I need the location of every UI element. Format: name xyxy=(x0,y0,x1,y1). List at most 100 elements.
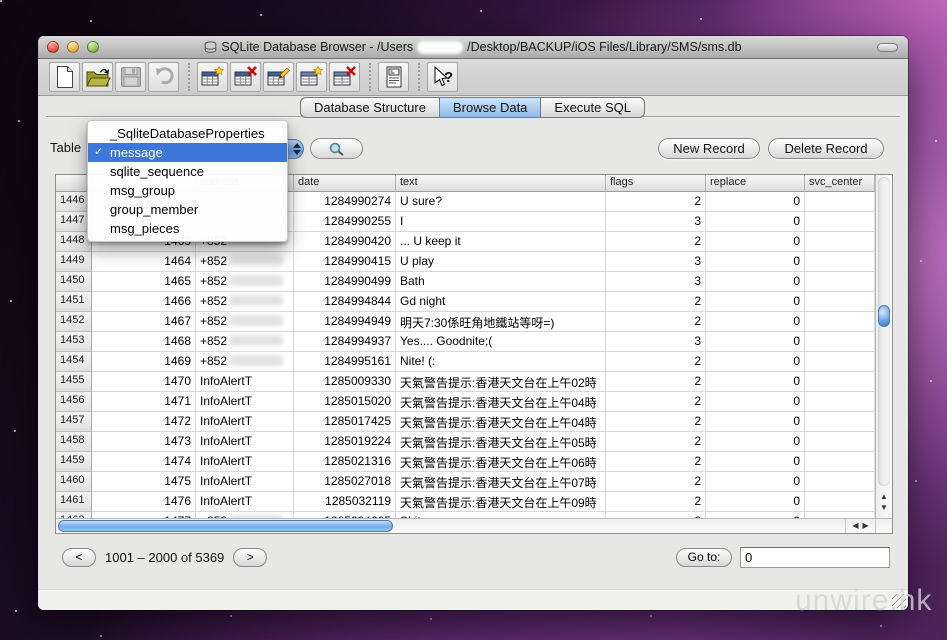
column-header-date[interactable]: date xyxy=(294,175,396,192)
cell-svc[interactable] xyxy=(805,252,875,272)
cell-text[interactable]: 天氣警告提示:香港天文台在上午07時 xyxy=(396,472,606,492)
horizontal-scrollbar-track[interactable] xyxy=(56,520,845,532)
cell-address[interactable]: +852 xyxy=(196,352,294,372)
cell-rowid[interactable]: 1470 xyxy=(92,372,196,392)
cell-text[interactable]: 天氣警告提示:香港天文台在上午09時 xyxy=(396,492,606,512)
cell-num[interactable]: 1458 xyxy=(56,432,92,452)
horizontal-scrollbar-thumb[interactable] xyxy=(58,520,393,532)
cell-address[interactable]: InfoAlertT xyxy=(196,452,294,472)
cell-svc[interactable] xyxy=(805,352,875,372)
column-header-svc_center[interactable]: svc_center xyxy=(805,175,875,192)
vertical-scrollbar[interactable]: ▲ ▼ xyxy=(875,175,892,518)
cell-replace[interactable]: 0 xyxy=(706,452,805,472)
cell-num[interactable]: 1462 xyxy=(56,512,92,518)
table-row[interactable]: 14541469+8521284995161Nite! (:20 xyxy=(56,352,875,372)
cell-text[interactable]: I xyxy=(396,212,606,232)
cell-text[interactable]: 明天7:30係旺角地鐵站等呀=) xyxy=(396,312,606,332)
cell-flags[interactable]: 2 xyxy=(606,232,706,252)
cell-date[interactable]: 1285032119 xyxy=(294,492,396,512)
cell-text[interactable]: Gd night xyxy=(396,292,606,312)
cell-date[interactable]: 1285017425 xyxy=(294,412,396,432)
cell-num[interactable]: 1452 xyxy=(56,312,92,332)
cell-text[interactable]: 天氣警告提示:香港天文台在上午04時 xyxy=(396,392,606,412)
cell-date[interactable]: 1285034605 xyxy=(294,512,396,518)
previous-page-button[interactable]: < xyxy=(62,548,96,567)
cell-text[interactable]: Yes.... Goodnite;( xyxy=(396,332,606,352)
cell-replace[interactable]: 0 xyxy=(706,472,805,492)
cell-date[interactable]: 1285019224 xyxy=(294,432,396,452)
cell-rowid[interactable]: 1476 xyxy=(92,492,196,512)
cell-date[interactable]: 1284990255 xyxy=(294,212,396,232)
cell-svc[interactable] xyxy=(805,372,875,392)
cell-replace[interactable]: 0 xyxy=(706,512,805,518)
goto-input[interactable] xyxy=(740,547,890,568)
cell-replace[interactable]: 0 xyxy=(706,432,805,452)
cell-rowid[interactable]: 1469 xyxy=(92,352,196,372)
cell-date[interactable]: 1284994949 xyxy=(294,312,396,332)
table-row[interactable]: 14491464+8521284990415U play30 xyxy=(56,252,875,272)
cell-replace[interactable]: 0 xyxy=(706,232,805,252)
column-header-replace[interactable]: replace xyxy=(706,175,805,192)
cell-date[interactable]: 1285027018 xyxy=(294,472,396,492)
cell-replace[interactable]: 0 xyxy=(706,292,805,312)
cell-replace[interactable]: 0 xyxy=(706,332,805,352)
table-row[interactable]: 14621477+8521285034605Shit20 xyxy=(56,512,875,518)
cell-rowid[interactable]: 1477 xyxy=(92,512,196,518)
cell-svc[interactable] xyxy=(805,192,875,212)
create-index-button[interactable] xyxy=(296,62,327,92)
cell-flags[interactable]: 2 xyxy=(606,432,706,452)
delete-table-button[interactable] xyxy=(230,62,261,92)
cell-rowid[interactable]: 1475 xyxy=(92,472,196,492)
scroll-left-arrow-icon[interactable]: ◀ xyxy=(852,522,858,530)
cell-flags[interactable]: 3 xyxy=(606,272,706,292)
scroll-down-arrow-icon[interactable]: ▼ xyxy=(880,504,888,512)
cell-flags[interactable]: 2 xyxy=(606,492,706,512)
table-row[interactable]: 14591474InfoAlertT1285021316天氣警告提示:香港天文台… xyxy=(56,452,875,472)
cell-svc[interactable] xyxy=(805,432,875,452)
title-bar[interactable]: SQLite Database Browser - /Users/Desktop… xyxy=(38,36,908,59)
cell-svc[interactable] xyxy=(805,392,875,412)
cell-svc[interactable] xyxy=(805,332,875,352)
vertical-scrollbar-track[interactable] xyxy=(878,177,890,486)
goto-button[interactable]: Go to: xyxy=(676,548,732,567)
cell-flags[interactable]: 3 xyxy=(606,332,706,352)
cell-svc[interactable] xyxy=(805,272,875,292)
whats-this-button[interactable]: ? xyxy=(427,62,458,92)
menu-item-message[interactable]: ✓message xyxy=(88,143,287,162)
save-database-button[interactable] xyxy=(115,62,146,92)
cell-flags[interactable]: 2 xyxy=(606,292,706,312)
cell-text[interactable]: U play xyxy=(396,252,606,272)
cell-date[interactable]: 1284990274 xyxy=(294,192,396,212)
table-row[interactable]: 14561471InfoAlertT1285015020天氣警告提示:香港天文台… xyxy=(56,392,875,412)
cell-num[interactable]: 1457 xyxy=(56,412,92,432)
cell-date[interactable]: 1284994844 xyxy=(294,292,396,312)
cell-address[interactable]: InfoAlertT xyxy=(196,472,294,492)
cell-text[interactable]: 天氣警告提示:香港天文台在上午04時 xyxy=(396,412,606,432)
cell-flags[interactable]: 2 xyxy=(606,452,706,472)
cell-date[interactable]: 1284995161 xyxy=(294,352,396,372)
cell-flags[interactable]: 3 xyxy=(606,212,706,232)
cell-date[interactable]: 1284990420 xyxy=(294,232,396,252)
cell-num[interactable]: 1451 xyxy=(56,292,92,312)
cell-num[interactable]: 1454 xyxy=(56,352,92,372)
cell-rowid[interactable]: 1473 xyxy=(92,432,196,452)
cell-rowid[interactable]: 1466 xyxy=(92,292,196,312)
cell-replace[interactable]: 0 xyxy=(706,352,805,372)
cell-address[interactable]: InfoAlertT xyxy=(196,392,294,412)
menu-item-msg_pieces[interactable]: msg_pieces xyxy=(88,219,287,238)
cell-date[interactable]: 1285015020 xyxy=(294,392,396,412)
cell-flags[interactable]: 3 xyxy=(606,252,706,272)
delete-index-button[interactable] xyxy=(329,62,360,92)
table-row[interactable]: 14611476InfoAlertT1285032119天氣警告提示:香港天文台… xyxy=(56,492,875,512)
table-row[interactable]: 14521467+8521284994949明天7:30係旺角地鐵站等呀=)20 xyxy=(56,312,875,332)
cell-rowid[interactable]: 1472 xyxy=(92,412,196,432)
cell-date[interactable]: 1284994937 xyxy=(294,332,396,352)
table-row[interactable]: 14531468+8521284994937Yes.... Goodnite;(… xyxy=(56,332,875,352)
cell-num[interactable]: 1460 xyxy=(56,472,92,492)
cell-rowid[interactable]: 1468 xyxy=(92,332,196,352)
cell-svc[interactable] xyxy=(805,492,875,512)
cell-text[interactable]: Bath xyxy=(396,272,606,292)
cell-replace[interactable]: 0 xyxy=(706,412,805,432)
scroll-right-arrow-icon[interactable]: ▶ xyxy=(863,522,869,530)
revert-changes-button[interactable] xyxy=(148,62,179,92)
